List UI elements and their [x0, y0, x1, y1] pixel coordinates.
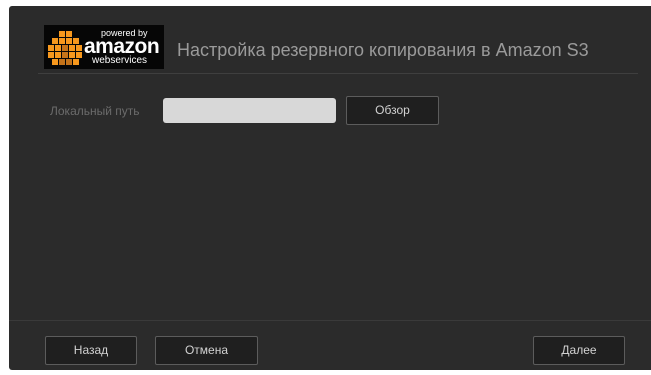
- back-button[interactable]: Назад: [45, 336, 137, 365]
- aws-logo: powered by amazon webservices: [44, 25, 164, 69]
- aws-cubes-icon: [48, 31, 82, 65]
- logo-web-services-text: webservices: [92, 55, 148, 66]
- logo-amazon-text: amazon: [84, 35, 160, 58]
- backup-wizard-dialog: powered by amazon webservices Настройка …: [9, 6, 651, 370]
- page-title: Настройка резервного копирования в Amazo…: [177, 40, 589, 60]
- cancel-button[interactable]: Отмена: [155, 336, 258, 365]
- next-button[interactable]: Далее: [533, 336, 625, 365]
- browse-button[interactable]: Обзор: [346, 96, 439, 125]
- local-path-input[interactable]: [163, 98, 336, 123]
- local-path-label: Локальный путь: [50, 104, 140, 118]
- dialog-header: powered by amazon webservices Настройка …: [38, 6, 638, 74]
- footer-divider: [9, 320, 651, 321]
